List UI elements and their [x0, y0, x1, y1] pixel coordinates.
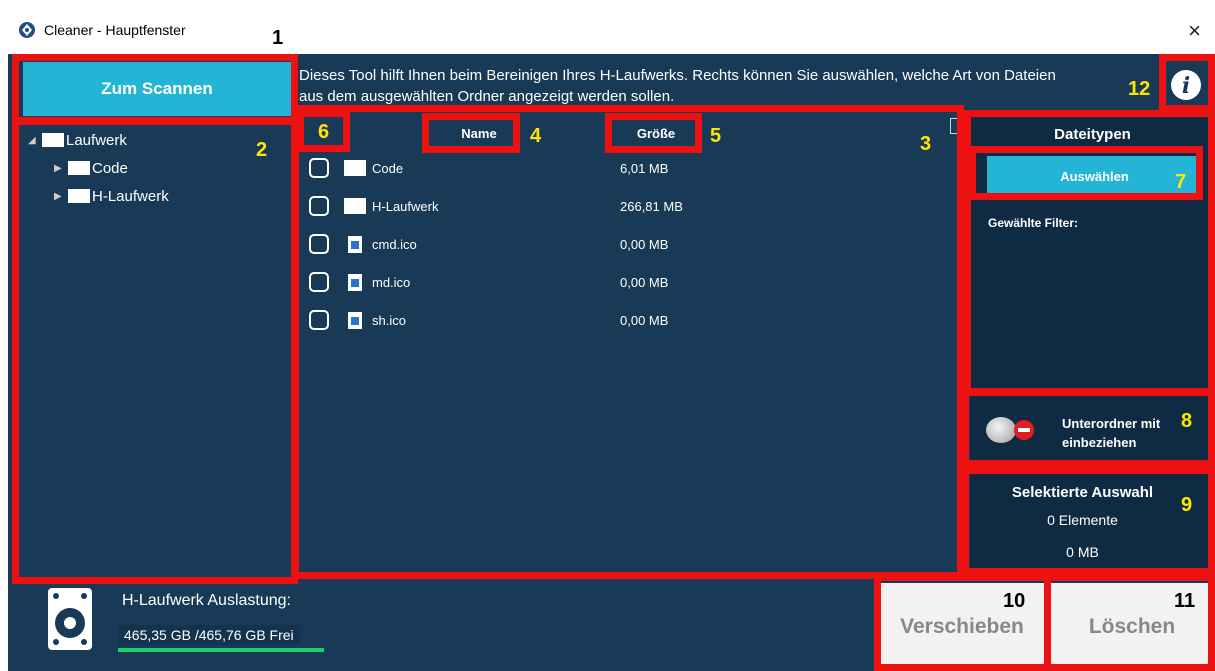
column-header-size[interactable]: Größe [614, 118, 698, 148]
column-chooser-icon[interactable] [950, 118, 960, 134]
annotation-number: 1 [272, 27, 284, 49]
row-checkbox[interactable] [309, 196, 329, 216]
subfolder-toggle[interactable] [984, 417, 1044, 443]
tree-item-label: H-Laufwerk [92, 187, 169, 205]
row-size: 0,00 MB [620, 237, 669, 252]
select-filetypes-button[interactable]: Auswählen [987, 156, 1202, 196]
row-name: md.ico [372, 275, 411, 290]
row-size: 0,00 MB [620, 275, 669, 290]
annotation-number: 7 [1175, 171, 1187, 193]
tree-item-label: Laufwerk [66, 131, 127, 149]
table-row[interactable]: Code 6,01 MB [304, 150, 954, 188]
selection-panel: Selektierte Auswahl 0 Elemente 0 MB [970, 472, 1215, 572]
folder-icon [344, 198, 366, 214]
app-logo-icon [19, 22, 35, 38]
annotation-number: 11 [1174, 590, 1196, 612]
image-file-icon [348, 312, 362, 329]
subfolder-panel: Unterordner mit einbeziehen [970, 394, 1215, 464]
folder-icon [344, 160, 366, 176]
row-name: H-Laufwerk [372, 199, 439, 214]
tree-item-label: Code [92, 159, 128, 177]
folder-icon [68, 161, 90, 175]
hard-drive-icon [48, 588, 92, 650]
drive-usage-label: H-Laufwerk Auslastung: [122, 592, 291, 609]
file-list: Code 6,01 MB H-Laufwerk 266,81 MB cmd.ic… [304, 150, 954, 340]
subfolder-label: Unterordner mit einbeziehen [1062, 416, 1161, 450]
info-text: Dieses Tool hilft Ihnen beim Bereinigen … [299, 67, 1056, 105]
row-name: sh.ico [372, 313, 406, 328]
column-separator[interactable] [696, 124, 697, 144]
main-window: Zum Scannen Dieses Tool hilft Ihnen beim… [8, 54, 1215, 671]
row-checkbox[interactable] [309, 272, 329, 292]
tree-expand-icon[interactable]: ▶ [54, 191, 68, 202]
table-row[interactable]: sh.ico 0,00 MB [304, 302, 954, 340]
image-file-icon [348, 274, 362, 291]
title-bar: Cleaner - Hauptfenster × [8, 12, 1215, 54]
annotation-number: 10 [1003, 590, 1026, 612]
info-icon[interactable]: i [1169, 68, 1203, 102]
close-icon[interactable]: × [1188, 18, 1201, 44]
row-size: 266,81 MB [620, 199, 683, 214]
annotation-number: 6 [318, 121, 330, 143]
folder-icon [68, 189, 90, 203]
table-row[interactable]: md.ico 0,00 MB [304, 264, 954, 302]
annotation-number: 9 [1181, 494, 1193, 516]
row-size: 6,01 MB [620, 161, 669, 176]
status-bar: H-Laufwerk Auslastung: 465,35 GB /465,76… [8, 578, 878, 671]
selected-filters-label: Gewählte Filter: [988, 216, 1079, 230]
drive-usage-fill [118, 648, 324, 652]
table-row[interactable]: H-Laufwerk 266,81 MB [304, 188, 954, 226]
selection-title: Selektierte Auswahl [1011, 484, 1154, 501]
row-name: cmd.ico [372, 237, 417, 252]
folder-tree[interactable]: ◢ Laufwerk ▶ Code ▶ H-Laufwerk [28, 126, 288, 210]
toggle-knob [986, 417, 1016, 443]
folder-icon [42, 133, 64, 147]
drive-usage-bar [118, 648, 324, 652]
annotation-number: 12 [1128, 78, 1151, 100]
scan-button[interactable]: Zum Scannen [23, 62, 291, 116]
row-checkbox[interactable] [309, 158, 329, 178]
image-file-icon [348, 236, 362, 253]
row-checkbox[interactable] [309, 234, 329, 254]
annotation-number: 5 [710, 125, 722, 147]
row-checkbox[interactable] [309, 310, 329, 330]
annotation-number: 4 [530, 125, 542, 147]
tree-item-h-laufwerk[interactable]: ▶ H-Laufwerk [28, 182, 288, 210]
tree-expand-icon[interactable]: ▶ [54, 163, 68, 174]
info-glyph: i [1182, 73, 1190, 99]
row-name: Code [372, 161, 404, 176]
selection-count: 0 Elemente [1047, 512, 1118, 528]
disabled-icon [1014, 420, 1034, 440]
annotation-number: 2 [256, 139, 268, 161]
window-title: Cleaner - Hauptfenster [44, 22, 186, 38]
tree-item-root[interactable]: ◢ Laufwerk [28, 126, 288, 154]
annotation-number: 8 [1181, 410, 1193, 432]
tree-item-code[interactable]: ▶ Code [28, 154, 288, 182]
row-size: 0,00 MB [620, 313, 669, 328]
filetypes-heading: Dateitypen [1054, 126, 1131, 143]
tree-collapse-icon[interactable]: ◢ [28, 135, 42, 146]
selection-size: 0 MB [1066, 544, 1099, 560]
table-row[interactable]: cmd.ico 0,00 MB [304, 226, 954, 264]
drive-free-space: 465,35 GB /465,76 GB Frei [118, 625, 300, 645]
column-header-name[interactable]: Name [436, 118, 522, 148]
annotation-number: 3 [920, 133, 932, 155]
